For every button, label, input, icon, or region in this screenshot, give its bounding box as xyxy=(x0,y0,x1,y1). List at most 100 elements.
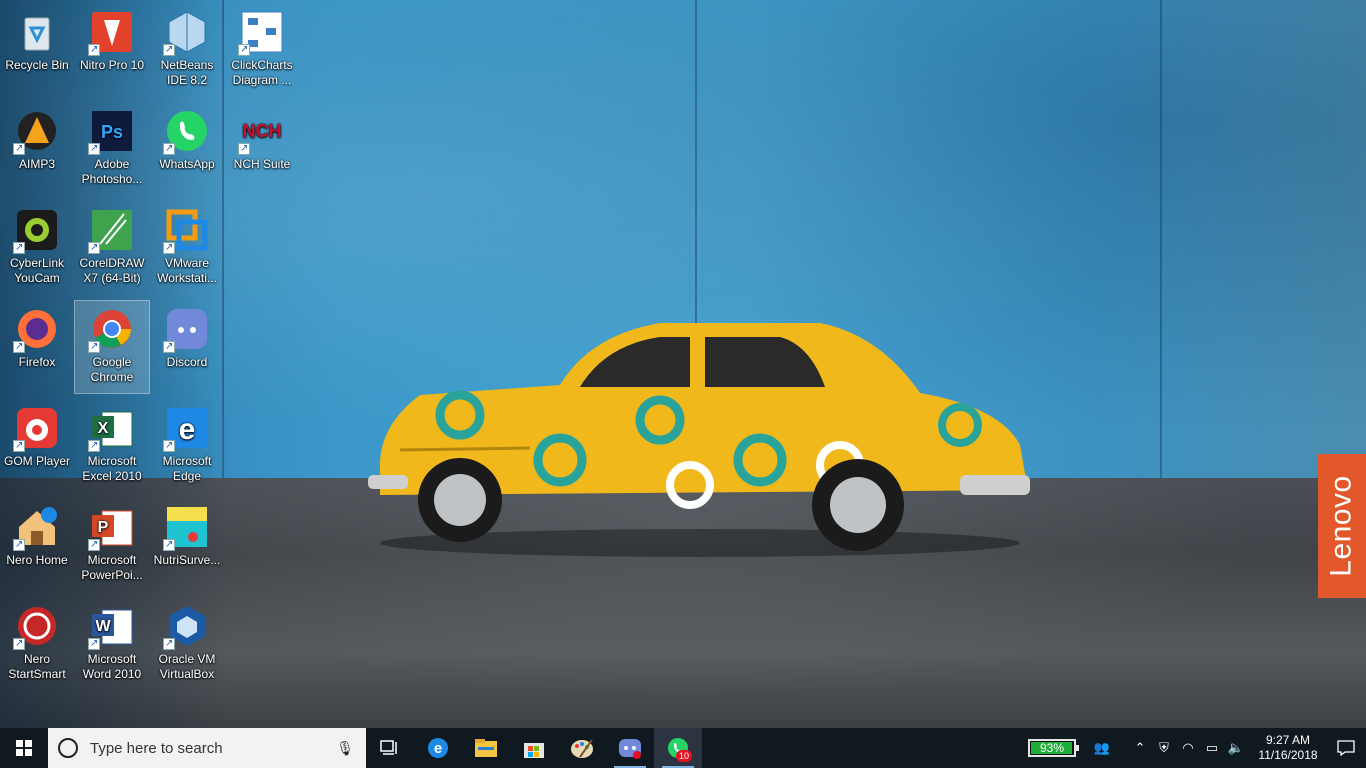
clickcharts-icon xyxy=(238,8,286,57)
shortcut-arrow-icon xyxy=(163,636,175,651)
shortcut-arrow-icon xyxy=(13,339,25,354)
desktop-icon[interactable]: Nero Home xyxy=(0,499,74,591)
taskbar-store[interactable] xyxy=(510,728,558,768)
desktop-icon[interactable]: Nero StartSmart xyxy=(0,598,74,690)
system-tray: 93% 👥 ⌃ ⛨ ◠ ▭ 🔈 9:27 AM 11/16/2018 xyxy=(1028,728,1366,768)
start-button[interactable] xyxy=(0,728,48,768)
task-view-button[interactable] xyxy=(366,728,414,768)
desktop-icon[interactable]: NCH NCH Suite xyxy=(225,103,299,195)
notification-count-badge: 10 xyxy=(675,750,692,762)
nero-home-icon xyxy=(13,503,61,552)
clock-date: 11/16/2018 xyxy=(1258,748,1318,762)
shortcut-arrow-icon xyxy=(13,438,25,453)
recycle-bin-icon xyxy=(13,8,61,56)
desktop-icon[interactable]: Recycle Bin xyxy=(0,4,74,96)
volume-icon[interactable]: 🔈 xyxy=(1224,740,1248,756)
desktop-icon[interactable]: e Microsoft Edge xyxy=(150,400,224,492)
desktop-icon[interactable]: Nitro Pro 10 xyxy=(75,4,149,96)
desktop-icon-label: VMware Workstati... xyxy=(157,256,217,285)
lenovo-logo: Lenovo xyxy=(1318,454,1366,598)
desktop-icon-label: Oracle VM VirtualBox xyxy=(158,652,216,681)
action-center-button[interactable] xyxy=(1326,740,1366,756)
taskbar-discord[interactable] xyxy=(606,728,654,768)
taskbar-paint[interactable] xyxy=(558,728,606,768)
shortcut-arrow-icon xyxy=(88,438,100,453)
notification-icon xyxy=(1337,740,1355,756)
search-input[interactable]: Type here to search 🎙 xyxy=(48,728,366,768)
desktop-icon-label: Nero StartSmart xyxy=(8,652,66,681)
shortcut-arrow-icon xyxy=(163,240,175,255)
discord-icon xyxy=(619,739,641,759)
desktop-icon[interactable]: W Microsoft Word 2010 xyxy=(75,598,149,690)
shortcut-arrow-icon xyxy=(88,537,100,552)
battery-icon[interactable]: ▭ xyxy=(1200,740,1224,756)
desktop-icon[interactable]: CorelDRAW X7 (64-Bit) xyxy=(75,202,149,294)
desktop-icon-label: Microsoft PowerPoi... xyxy=(81,553,143,582)
microphone-icon[interactable]: 🎙 xyxy=(336,740,354,757)
vmware-icon xyxy=(163,206,211,255)
desktop-icon[interactable]: Discord xyxy=(150,301,224,393)
desktop[interactable]: Lenovo Recycle Bin Nitro Pro 10 NetBeans I… xyxy=(0,0,1366,728)
desktop-icon[interactable]: NetBeans IDE 8.2 xyxy=(150,4,224,96)
desktop-icon-label: WhatsApp xyxy=(159,157,215,171)
shortcut-arrow-icon xyxy=(13,636,25,651)
desktop-icon-label: Nitro Pro 10 xyxy=(79,58,145,72)
shortcut-arrow-icon xyxy=(88,339,100,354)
file-explorer-icon xyxy=(475,739,497,757)
wifi-icon[interactable]: ◠ xyxy=(1176,740,1200,756)
desktop-icon[interactable]: Oracle VM VirtualBox xyxy=(150,598,224,690)
taskbar-file-explorer[interactable] xyxy=(462,728,510,768)
chevron-up-icon[interactable]: ⌃ xyxy=(1128,740,1152,756)
desktop-icon-label: Recycle Bin xyxy=(5,58,69,72)
shortcut-arrow-icon xyxy=(163,438,175,453)
desktop-icon-label: Firefox xyxy=(18,355,56,369)
shortcut-arrow-icon xyxy=(238,42,250,57)
desktop-icon[interactable]: WhatsApp xyxy=(150,103,224,195)
desktop-icon[interactable]: Firefox xyxy=(0,301,74,393)
paint-icon xyxy=(571,739,593,758)
desktop-icon[interactable]: GOM Player xyxy=(0,400,74,492)
battery-percent: 93% xyxy=(1039,741,1065,755)
chrome-icon xyxy=(88,305,136,354)
battery-indicator[interactable]: 93% xyxy=(1028,739,1079,757)
nch-suite-icon: NCH xyxy=(238,107,286,156)
discord-icon xyxy=(163,305,211,354)
store-icon xyxy=(524,743,544,758)
nutrisurvey-icon xyxy=(163,503,211,552)
desktop-icon-label: NutriSurve... xyxy=(153,553,221,567)
security-shield-icon[interactable]: ⛨ xyxy=(1152,740,1176,756)
people-icon[interactable]: 👥 xyxy=(1090,740,1114,756)
desktop-icon[interactable]: ClickCharts Diagram ... xyxy=(225,4,299,96)
word-icon: W xyxy=(88,602,136,651)
desktop-icon[interactable]: NutriSurve... xyxy=(150,499,224,591)
taskbar-edge[interactable]: e xyxy=(414,728,462,768)
search-placeholder: Type here to search xyxy=(90,739,223,757)
shortcut-arrow-icon xyxy=(238,141,250,156)
desktop-icon-label: Microsoft Edge xyxy=(162,454,212,483)
shortcut-arrow-icon xyxy=(88,42,100,57)
photoshop-icon: Ps xyxy=(88,107,136,156)
taskbar-whatsapp[interactable]: 10 xyxy=(654,728,702,768)
windows-logo-icon xyxy=(16,740,32,756)
desktop-icon-label: NetBeans IDE 8.2 xyxy=(160,58,214,87)
excel-icon: X xyxy=(88,404,136,453)
desktop-icon[interactable]: X Microsoft Excel 2010 xyxy=(75,400,149,492)
shortcut-arrow-icon xyxy=(163,537,175,552)
edge-icon: e xyxy=(163,404,211,453)
aimp-icon xyxy=(13,107,61,156)
nero-startsmart-icon xyxy=(13,602,61,651)
desktop-icon[interactable]: Google Chrome xyxy=(74,300,150,394)
clock[interactable]: 9:27 AM 11/16/2018 xyxy=(1256,733,1320,763)
desktop-icon-label: Microsoft Excel 2010 xyxy=(82,454,142,483)
desktop-icon[interactable]: Ps Adobe Photosho... xyxy=(75,103,149,195)
desktop-icon[interactable]: AIMP3 xyxy=(0,103,74,195)
desktop-icon-label: GOM Player xyxy=(3,454,70,468)
edge-icon: e xyxy=(428,738,448,758)
desktop-icon[interactable]: CyberLink YouCam xyxy=(0,202,74,294)
virtualbox-icon xyxy=(163,602,211,651)
desktop-icon[interactable]: VMware Workstati... xyxy=(150,202,224,294)
desktop-icon[interactable]: P Microsoft PowerPoi... xyxy=(75,499,149,591)
svg-text:P: P xyxy=(98,519,109,536)
svg-text:e: e xyxy=(179,413,196,446)
desktop-icon-label: CyberLink YouCam xyxy=(9,256,65,285)
